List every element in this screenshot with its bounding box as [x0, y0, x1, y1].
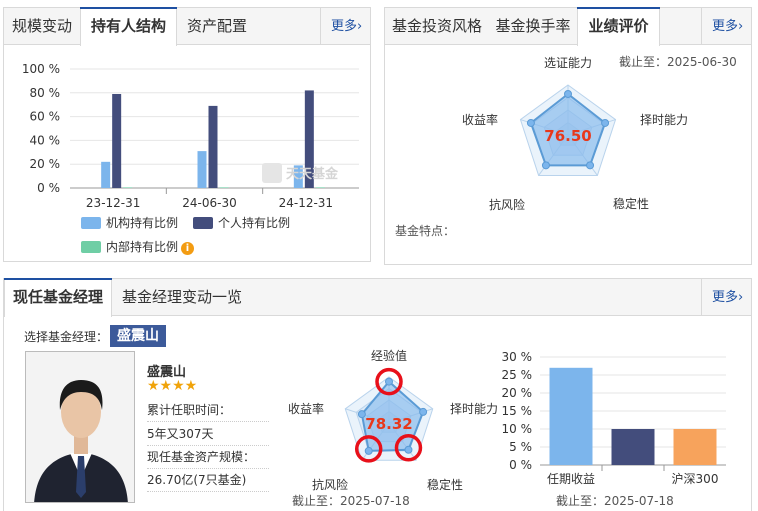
- radar-point: [564, 90, 572, 98]
- radar-score: 76.50: [544, 127, 591, 145]
- y-tick-label: 20 %: [502, 386, 533, 400]
- watermark-text: 天天基金: [286, 166, 339, 182]
- return-bar: [673, 429, 717, 465]
- bar-individual: [112, 93, 122, 188]
- legend-label: 内部持有比例: [106, 240, 179, 254]
- watermark-logo-icon: [262, 163, 282, 183]
- radar-point: [586, 161, 595, 170]
- legend-internal[interactable]: 内部持有比例 i: [81, 238, 195, 255]
- legend-individual[interactable]: 个人持有比例: [193, 214, 290, 231]
- bar-internal: [219, 187, 229, 188]
- y-tick-label: 10 %: [502, 422, 533, 436]
- y-tick-label: 20 %: [30, 157, 61, 171]
- radar-axis-label: 收益率: [462, 112, 498, 127]
- return-bar: [611, 429, 655, 465]
- x-tick-label: 24-06-30: [182, 196, 236, 210]
- radar-axis-label: 抗风险: [489, 197, 525, 212]
- bar-individual: [208, 105, 218, 188]
- info-icon[interactable]: i: [181, 242, 195, 255]
- radar-axis-label: 稳定性: [613, 196, 649, 211]
- fund-features-label: 基金特点：: [395, 224, 456, 238]
- bar-deadline: 截止至：2025-07-18: [556, 494, 674, 508]
- y-tick-label: 25 %: [502, 368, 533, 382]
- y-tick-label: 0 %: [37, 181, 60, 195]
- x-tick-label: 24-12-31: [279, 196, 333, 210]
- y-tick-label: 40 %: [30, 133, 61, 147]
- legend-institution[interactable]: 机构持有比例: [81, 214, 178, 231]
- y-tick-label: 30 %: [502, 350, 533, 364]
- legend-label: 机构持有比例: [106, 216, 179, 230]
- y-tick-label: 80 %: [30, 86, 61, 100]
- x-tick-label: 任期收益: [547, 472, 595, 486]
- radar-axis-label: 选证能力: [544, 56, 592, 70]
- legend-swatch: [193, 217, 213, 229]
- legend-swatch: [81, 217, 101, 229]
- bar-internal: [123, 187, 133, 188]
- y-tick-label: 5 %: [509, 440, 532, 454]
- return-bar: [549, 367, 593, 465]
- bar-internal: [315, 187, 325, 188]
- y-tick-label: 15 %: [502, 404, 533, 418]
- holder-bar-chart: 100 % 80 % 60 % 40 % 20 % 0 % 23-12-31 24-06-30…: [22, 62, 359, 210]
- performance-eval-panel: 基金投资风格 基金换手率 业绩评价 更多› 截止至：2025-06-30 76.…: [384, 7, 752, 265]
- radar-point: [541, 161, 550, 170]
- legend-label: 个人持有比例: [218, 216, 291, 230]
- holder-structure-panel: 规模变动 持有人结构 资产配置 更多› 100 % 80 % 60 % 40 % 20 …: [3, 7, 371, 262]
- bar-institution: [101, 161, 111, 188]
- legend-swatch: [81, 241, 101, 253]
- radar-point: [601, 118, 610, 127]
- manager-return-bar-chart: 30 % 25 % 20 % 15 % 10 % 5 % 0 % 任期收益 沪深300: [502, 350, 726, 486]
- y-tick-label: 100 %: [22, 62, 60, 76]
- x-tick-label: 23-12-31: [86, 196, 140, 210]
- y-tick-label: 60 %: [30, 110, 61, 124]
- y-tick-label: 0 %: [509, 458, 532, 472]
- x-tick-label: 沪深300: [672, 472, 719, 486]
- bar-institution: [197, 151, 207, 188]
- radar-axis-label: 择时能力: [640, 113, 688, 127]
- manager-panel: 现任基金经理 基金经理变动一览 更多› 选择基金经理： 盛震山 盛震山 ★★★★…: [3, 278, 752, 511]
- radar-point: [526, 118, 535, 127]
